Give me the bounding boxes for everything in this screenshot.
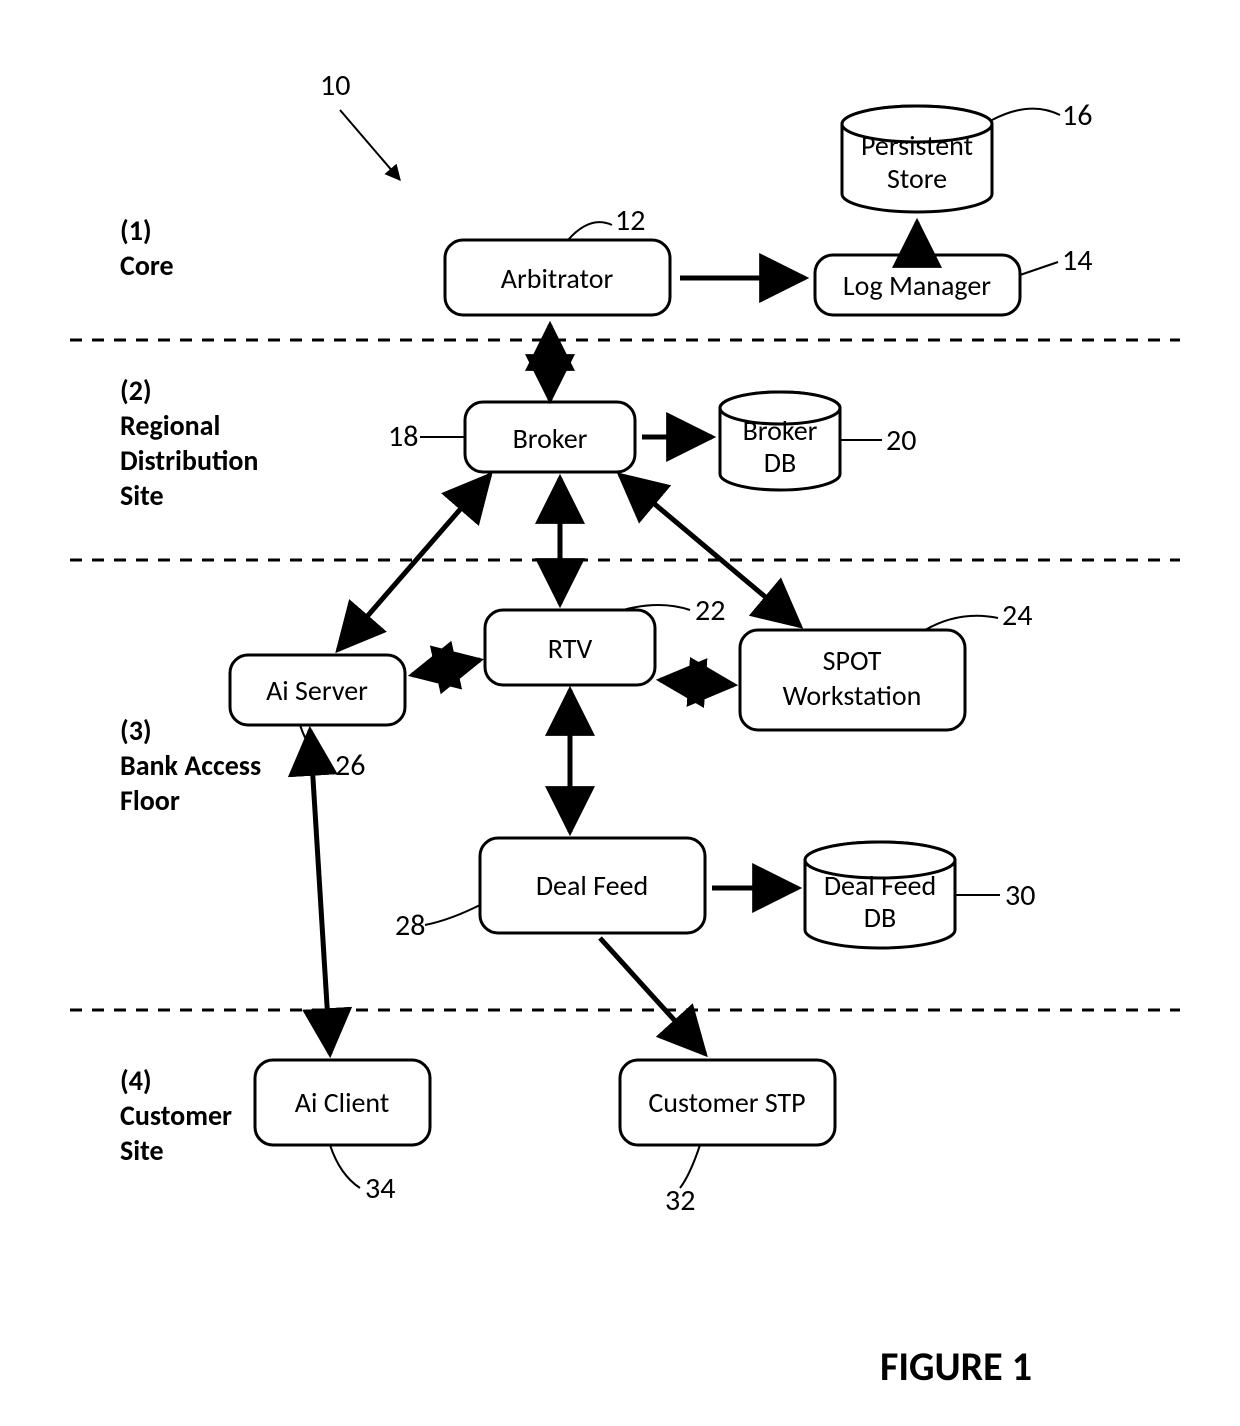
brokerdb-label2: DB <box>764 445 796 480</box>
edge-aiserver-rtv <box>412 660 480 675</box>
layer-customer-id: (4) <box>120 1063 152 1098</box>
arbitrator-label: Arbitrator <box>501 261 614 296</box>
node-dealfeed-db: Deal Feed DB <box>805 842 955 948</box>
ref-logmanager: 14 <box>1062 242 1092 279</box>
ref-dealfeed-leader <box>425 905 480 925</box>
edge-aiserver-aiclient <box>310 730 330 1054</box>
layer-bank-name2: Floor <box>120 783 180 818</box>
ref-aiclient: 34 <box>365 1170 395 1207</box>
layer-regional-name2: Distribution <box>120 443 258 478</box>
persistent-label2: Store <box>887 161 947 196</box>
ref-arbitrator-leader <box>568 222 612 240</box>
dealfeeddb-label1: Deal Feed <box>824 868 936 903</box>
layer-regional-id: (2) <box>120 373 152 408</box>
ref-customerstp: 32 <box>665 1182 695 1219</box>
ref-spot-leader <box>925 616 998 630</box>
broker-label: Broker <box>513 421 588 456</box>
ref-spot: 24 <box>1002 597 1032 634</box>
ref-dealfeeddb: 30 <box>1005 877 1035 914</box>
layer-bank-id: (3) <box>120 713 152 748</box>
figure-label: FIGURE 1 <box>880 1342 1032 1391</box>
node-persistent-store: Persistent Store <box>842 106 992 212</box>
edge-dealfeed-customerstp <box>600 938 705 1054</box>
ref-aiserver-leader <box>300 725 330 765</box>
layer-bank-name1: Bank Access <box>120 748 261 783</box>
node-broker-db: Broker DB <box>720 392 840 490</box>
layer-core-name: Core <box>120 248 174 283</box>
ref-dealfeed: 28 <box>395 907 425 944</box>
aiclient-label: Ai Client <box>295 1085 390 1120</box>
ref-overall-pointer <box>340 110 400 180</box>
dealfeeddb-label2: DB <box>864 900 896 935</box>
ref-logmanager-leader <box>1020 262 1058 275</box>
ref-arbitrator: 12 <box>615 202 645 239</box>
ref-broker: 18 <box>388 418 418 455</box>
ref-aiclient-leader <box>330 1145 360 1188</box>
rtv-label: RTV <box>548 631 593 666</box>
diagram-canvas: (1) Core (2) Regional Distribution Site … <box>0 0 1240 1426</box>
layer-regional-name1: Regional <box>120 408 220 443</box>
ref-persistent-leader <box>992 109 1060 120</box>
aiserver-label: Ai Server <box>266 673 368 708</box>
spot-label2: Workstation <box>783 678 922 713</box>
spot-label1: SPOT <box>823 643 882 678</box>
ref-overall: 10 <box>320 67 350 104</box>
layer-core-id: (1) <box>120 213 152 248</box>
layer-regional-name3: Site <box>120 478 164 513</box>
ref-brokerdb: 20 <box>886 422 916 459</box>
ref-persistent: 16 <box>1062 97 1092 134</box>
edge-broker-aiserver <box>338 475 490 650</box>
dealfeed-label: Deal Feed <box>536 868 648 903</box>
edge-rtv-spot <box>660 680 734 685</box>
ref-rtv: 22 <box>695 592 725 629</box>
customerstp-label: Customer STP <box>648 1085 805 1120</box>
ref-aiserver: 26 <box>335 747 365 784</box>
logmanager-label: Log Manager <box>843 268 991 303</box>
brokerdb-label1: Broker <box>743 413 818 448</box>
persistent-label1: Persistent <box>861 128 973 163</box>
layer-customer-name2: Site <box>120 1133 164 1168</box>
layer-customer-name1: Customer <box>120 1098 232 1133</box>
